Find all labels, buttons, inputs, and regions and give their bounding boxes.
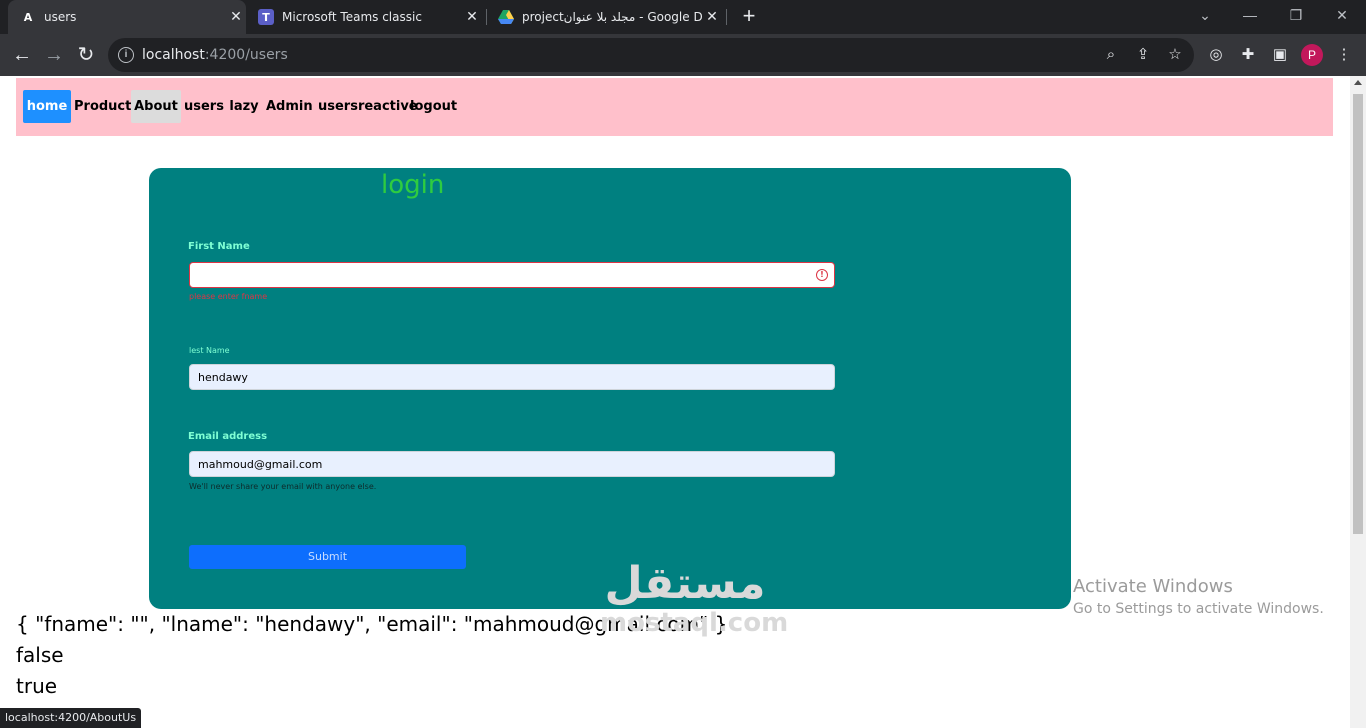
app-navbar: home Product About users lazy Admin user… <box>16 78 1333 136</box>
close-icon[interactable]: ✕ <box>462 9 482 25</box>
email-help-text: We'll never share your email with anyone… <box>189 482 377 491</box>
email-input[interactable]: mahmoud@gmail.com <box>189 451 835 477</box>
url-text: localhost:4200/users <box>142 47 288 63</box>
scroll-up-icon[interactable] <box>1354 80 1362 85</box>
menu-icon[interactable]: ⋮ <box>1334 45 1354 65</box>
side-panel-icon[interactable]: ▣ <box>1270 45 1290 65</box>
browser-tab-bar: A users ✕ T Microsoft Teams classic ✕ pr… <box>0 0 1366 34</box>
nav-admin[interactable]: Admin <box>266 90 313 123</box>
first-name-error: please enter fname <box>189 292 268 301</box>
watermark-latin: mostaql.com <box>600 608 789 638</box>
bookmark-star-icon[interactable]: ☆ <box>1165 45 1185 65</box>
watermark-arabic: مستقل <box>604 558 766 609</box>
extension-circle-icon[interactable]: ◎ <box>1206 45 1226 65</box>
submit-button[interactable]: Submit <box>189 545 466 569</box>
tab-users[interactable]: A users ✕ <box>8 0 246 34</box>
teams-icon: T <box>258 9 274 25</box>
email-label: Email address <box>188 431 268 442</box>
profile-avatar[interactable]: P <box>1301 44 1323 66</box>
share-icon[interactable]: ⇪ <box>1133 45 1153 65</box>
output-line-true: true <box>16 674 58 698</box>
form-title: login <box>381 170 445 200</box>
tab-separator <box>726 9 727 25</box>
last-name-label: lest Name <box>189 346 230 355</box>
minimize-icon[interactable]: — <box>1230 0 1270 30</box>
close-icon[interactable]: ✕ <box>226 9 246 25</box>
activation-subtitle: Go to Settings to activate Windows. <box>1073 601 1324 617</box>
new-tab-icon[interactable]: + <box>738 5 760 29</box>
tab-separator <box>486 9 487 25</box>
nav-logout[interactable]: logout <box>410 90 457 123</box>
output-line-false: false <box>16 643 64 667</box>
nav-about[interactable]: About <box>131 90 181 123</box>
tab-title: projectمجلد بلا عنوان - Google Dr <box>522 10 702 24</box>
tab-title: users <box>44 10 77 24</box>
nav-users[interactable]: users <box>184 90 224 123</box>
first-name-input[interactable]: ! <box>189 262 835 288</box>
google-drive-icon <box>498 9 514 25</box>
nav-product[interactable]: Product <box>74 90 131 123</box>
last-name-input[interactable]: hendawy <box>189 364 835 390</box>
tab-title: Microsoft Teams classic <box>282 10 422 24</box>
puzzle-icon[interactable]: ✚ <box>1238 45 1258 65</box>
back-icon[interactable]: ← <box>10 43 34 67</box>
mostaql-watermark: مستقل mostaql.com <box>600 558 789 639</box>
windows-activation-notice: Activate Windows Go to Settings to activ… <box>1073 576 1324 617</box>
tab-search-icon[interactable]: ⌄ <box>1185 0 1225 30</box>
browser-toolbar: ← → ↻ i localhost:4200/users ⌕ ⇪ ☆ ◎ ✚ ▣… <box>0 34 1366 76</box>
site-info-icon[interactable]: i <box>118 47 134 63</box>
close-icon[interactable]: ✕ <box>702 9 722 25</box>
nav-home[interactable]: home <box>23 90 71 123</box>
zoom-icon[interactable]: ⌕ <box>1101 45 1121 65</box>
forward-icon[interactable]: → <box>42 43 66 67</box>
nav-usersreactive[interactable]: usersreactive <box>318 90 418 123</box>
url-path: :4200/users <box>204 47 288 63</box>
close-window-icon[interactable]: ✕ <box>1322 0 1362 30</box>
first-name-label: First Name <box>188 241 250 252</box>
tab-google-drive[interactable]: projectمجلد بلا عنوان - Google Dr ✕ <box>490 0 722 34</box>
error-icon: ! <box>816 269 828 281</box>
status-bar-url: localhost:4200/AboutUs <box>0 708 142 728</box>
page-scrollbar[interactable] <box>1350 76 1366 728</box>
restore-icon[interactable]: ❐ <box>1276 0 1316 30</box>
address-bar[interactable]: i localhost:4200/users ⌕ ⇪ ☆ <box>108 38 1194 72</box>
scrollbar-thumb[interactable] <box>1353 94 1363 534</box>
reload-icon[interactable]: ↻ <box>74 43 98 67</box>
nav-lazy[interactable]: lazy <box>228 90 260 123</box>
url-host: localhost <box>142 47 205 63</box>
activation-title: Activate Windows <box>1073 576 1233 597</box>
login-card: login First Name ! please enter fname le… <box>149 168 1071 609</box>
tab-teams[interactable]: T Microsoft Teams classic ✕ <box>250 0 482 34</box>
angular-icon: A <box>23 10 33 24</box>
